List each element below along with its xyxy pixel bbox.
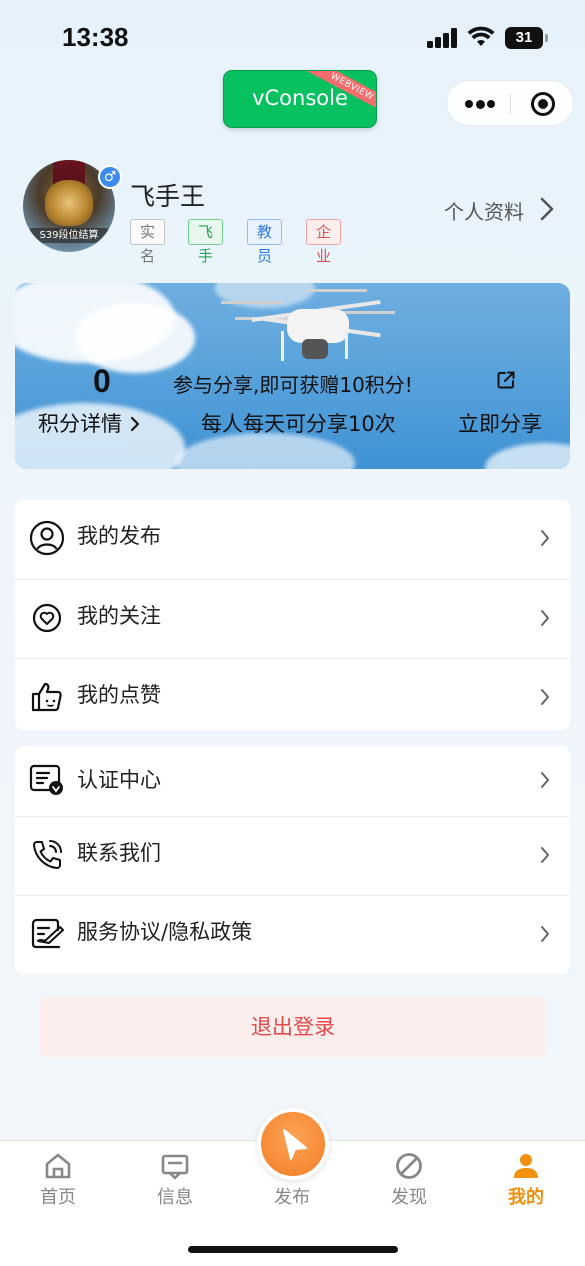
menu-item-label: 我的关注 — [77, 604, 161, 628]
tag-enterprise: 企业 — [306, 219, 342, 265]
gender-male-icon: ♂ — [98, 165, 122, 189]
menu-item-agreement[interactable]: 服务协议/隐私政策 — [15, 895, 570, 974]
tag-instructor: 教员 — [247, 219, 283, 265]
miniprogram-capsule — [446, 80, 574, 126]
external-share-icon[interactable] — [496, 370, 516, 390]
chevron-right-icon — [541, 610, 549, 626]
avatar-rank-label: S39段位结算 — [29, 228, 109, 243]
logout-button[interactable]: 退出登录 — [40, 997, 546, 1057]
tab-home[interactable]: 首页 — [13, 1151, 103, 1211]
menu-item-label: 联系我们 — [77, 841, 161, 865]
menu-item-my-follows[interactable]: 我的关注 — [15, 579, 570, 658]
tab-messages[interactable]: 信息 — [130, 1151, 220, 1211]
tab-label: 发现 — [391, 1187, 427, 1208]
compass-icon — [396, 1153, 422, 1179]
menu-item-label: 认证中心 — [77, 768, 161, 792]
share-banner: 0 积分详情 参与分享,即可获赠10积分! 每人每天可分享10次 立即分享 — [15, 283, 570, 469]
person-icon — [514, 1154, 538, 1178]
tab-mine[interactable]: 我的 — [481, 1151, 571, 1211]
chevron-right-icon — [541, 772, 549, 788]
home-indicator — [188, 1246, 398, 1253]
drone-decoration — [345, 329, 348, 359]
heart-circle-icon — [32, 603, 62, 633]
points-detail-link[interactable]: 积分详情 — [38, 408, 141, 438]
chevron-right-icon[interactable] — [539, 196, 555, 222]
battery-icon: 31 — [505, 27, 548, 49]
agreement-icon — [31, 918, 64, 949]
chevron-right-icon — [541, 689, 549, 705]
message-icon — [161, 1154, 189, 1180]
certificate-icon — [29, 764, 63, 795]
publish-icon — [283, 1129, 307, 1160]
status-time: 13:38 — [62, 22, 129, 52]
menu-card-service: 认证中心 联系我们 服务协议/隐私政策 — [15, 746, 570, 974]
drone-decoration — [307, 289, 367, 292]
status-bar: 13:38 31 — [0, 0, 585, 78]
menu-item-certification[interactable]: 认证中心 — [15, 746, 570, 816]
signal-icon — [427, 28, 459, 48]
user-circle-icon — [29, 520, 65, 556]
points-detail-label: 积分详情 — [38, 412, 122, 436]
share-limit-text: 每人每天可分享10次 — [201, 412, 396, 436]
share-now-button[interactable]: 立即分享 — [458, 408, 542, 438]
publish-button[interactable] — [257, 1108, 329, 1180]
menu-item-my-posts[interactable]: 我的发布 — [15, 500, 570, 579]
tab-label: 发布 — [274, 1187, 310, 1208]
cloud-decoration — [215, 283, 315, 308]
thumbs-up-icon — [31, 682, 62, 712]
chevron-right-icon — [541, 530, 549, 546]
menu-item-label: 服务协议/隐私政策 — [77, 920, 253, 944]
menu-item-contact-us[interactable]: 联系我们 — [15, 816, 570, 895]
home-icon — [45, 1153, 71, 1179]
menu-card-activity: 我的发布 我的关注 我的点赞 — [15, 500, 570, 730]
drone-decoration — [221, 301, 281, 304]
username: 飞手王 — [130, 182, 206, 211]
menu-item-my-likes[interactable]: 我的点赞 — [15, 658, 570, 737]
tab-discover[interactable]: 发现 — [364, 1151, 454, 1211]
share-promo-text: 参与分享,即可获赠10积分! — [173, 373, 413, 397]
avatar-emblem — [45, 180, 93, 226]
profile-link[interactable]: 个人资料 — [444, 196, 524, 225]
chevron-right-icon — [130, 416, 139, 432]
drone-decoration — [281, 331, 284, 361]
tag-real-name: 实名 — [130, 219, 166, 265]
wifi-icon — [467, 26, 495, 46]
tab-label: 我的 — [508, 1187, 544, 1208]
vconsole-label: vConsole — [252, 86, 348, 110]
cloud-decoration — [175, 433, 355, 469]
capsule-divider — [510, 93, 511, 115]
chevron-right-icon — [541, 847, 549, 863]
vconsole-button[interactable]: vConsole WEBVIEW — [223, 70, 377, 128]
cloud-decoration — [485, 443, 570, 469]
close-miniprogram-icon[interactable] — [531, 92, 555, 116]
tab-label: 首页 — [40, 1187, 76, 1208]
tag-pilot: 飞手 — [188, 219, 224, 265]
drone-decoration — [302, 339, 328, 359]
drone-decoration — [287, 309, 349, 343]
chevron-right-icon — [541, 926, 549, 942]
tab-label: 信息 — [157, 1187, 193, 1208]
phone-icon — [33, 840, 62, 869]
menu-item-label: 我的点赞 — [77, 683, 161, 707]
points-value: 0 — [93, 363, 111, 399]
menu-item-label: 我的发布 — [77, 524, 161, 548]
more-icon[interactable] — [465, 99, 495, 109]
